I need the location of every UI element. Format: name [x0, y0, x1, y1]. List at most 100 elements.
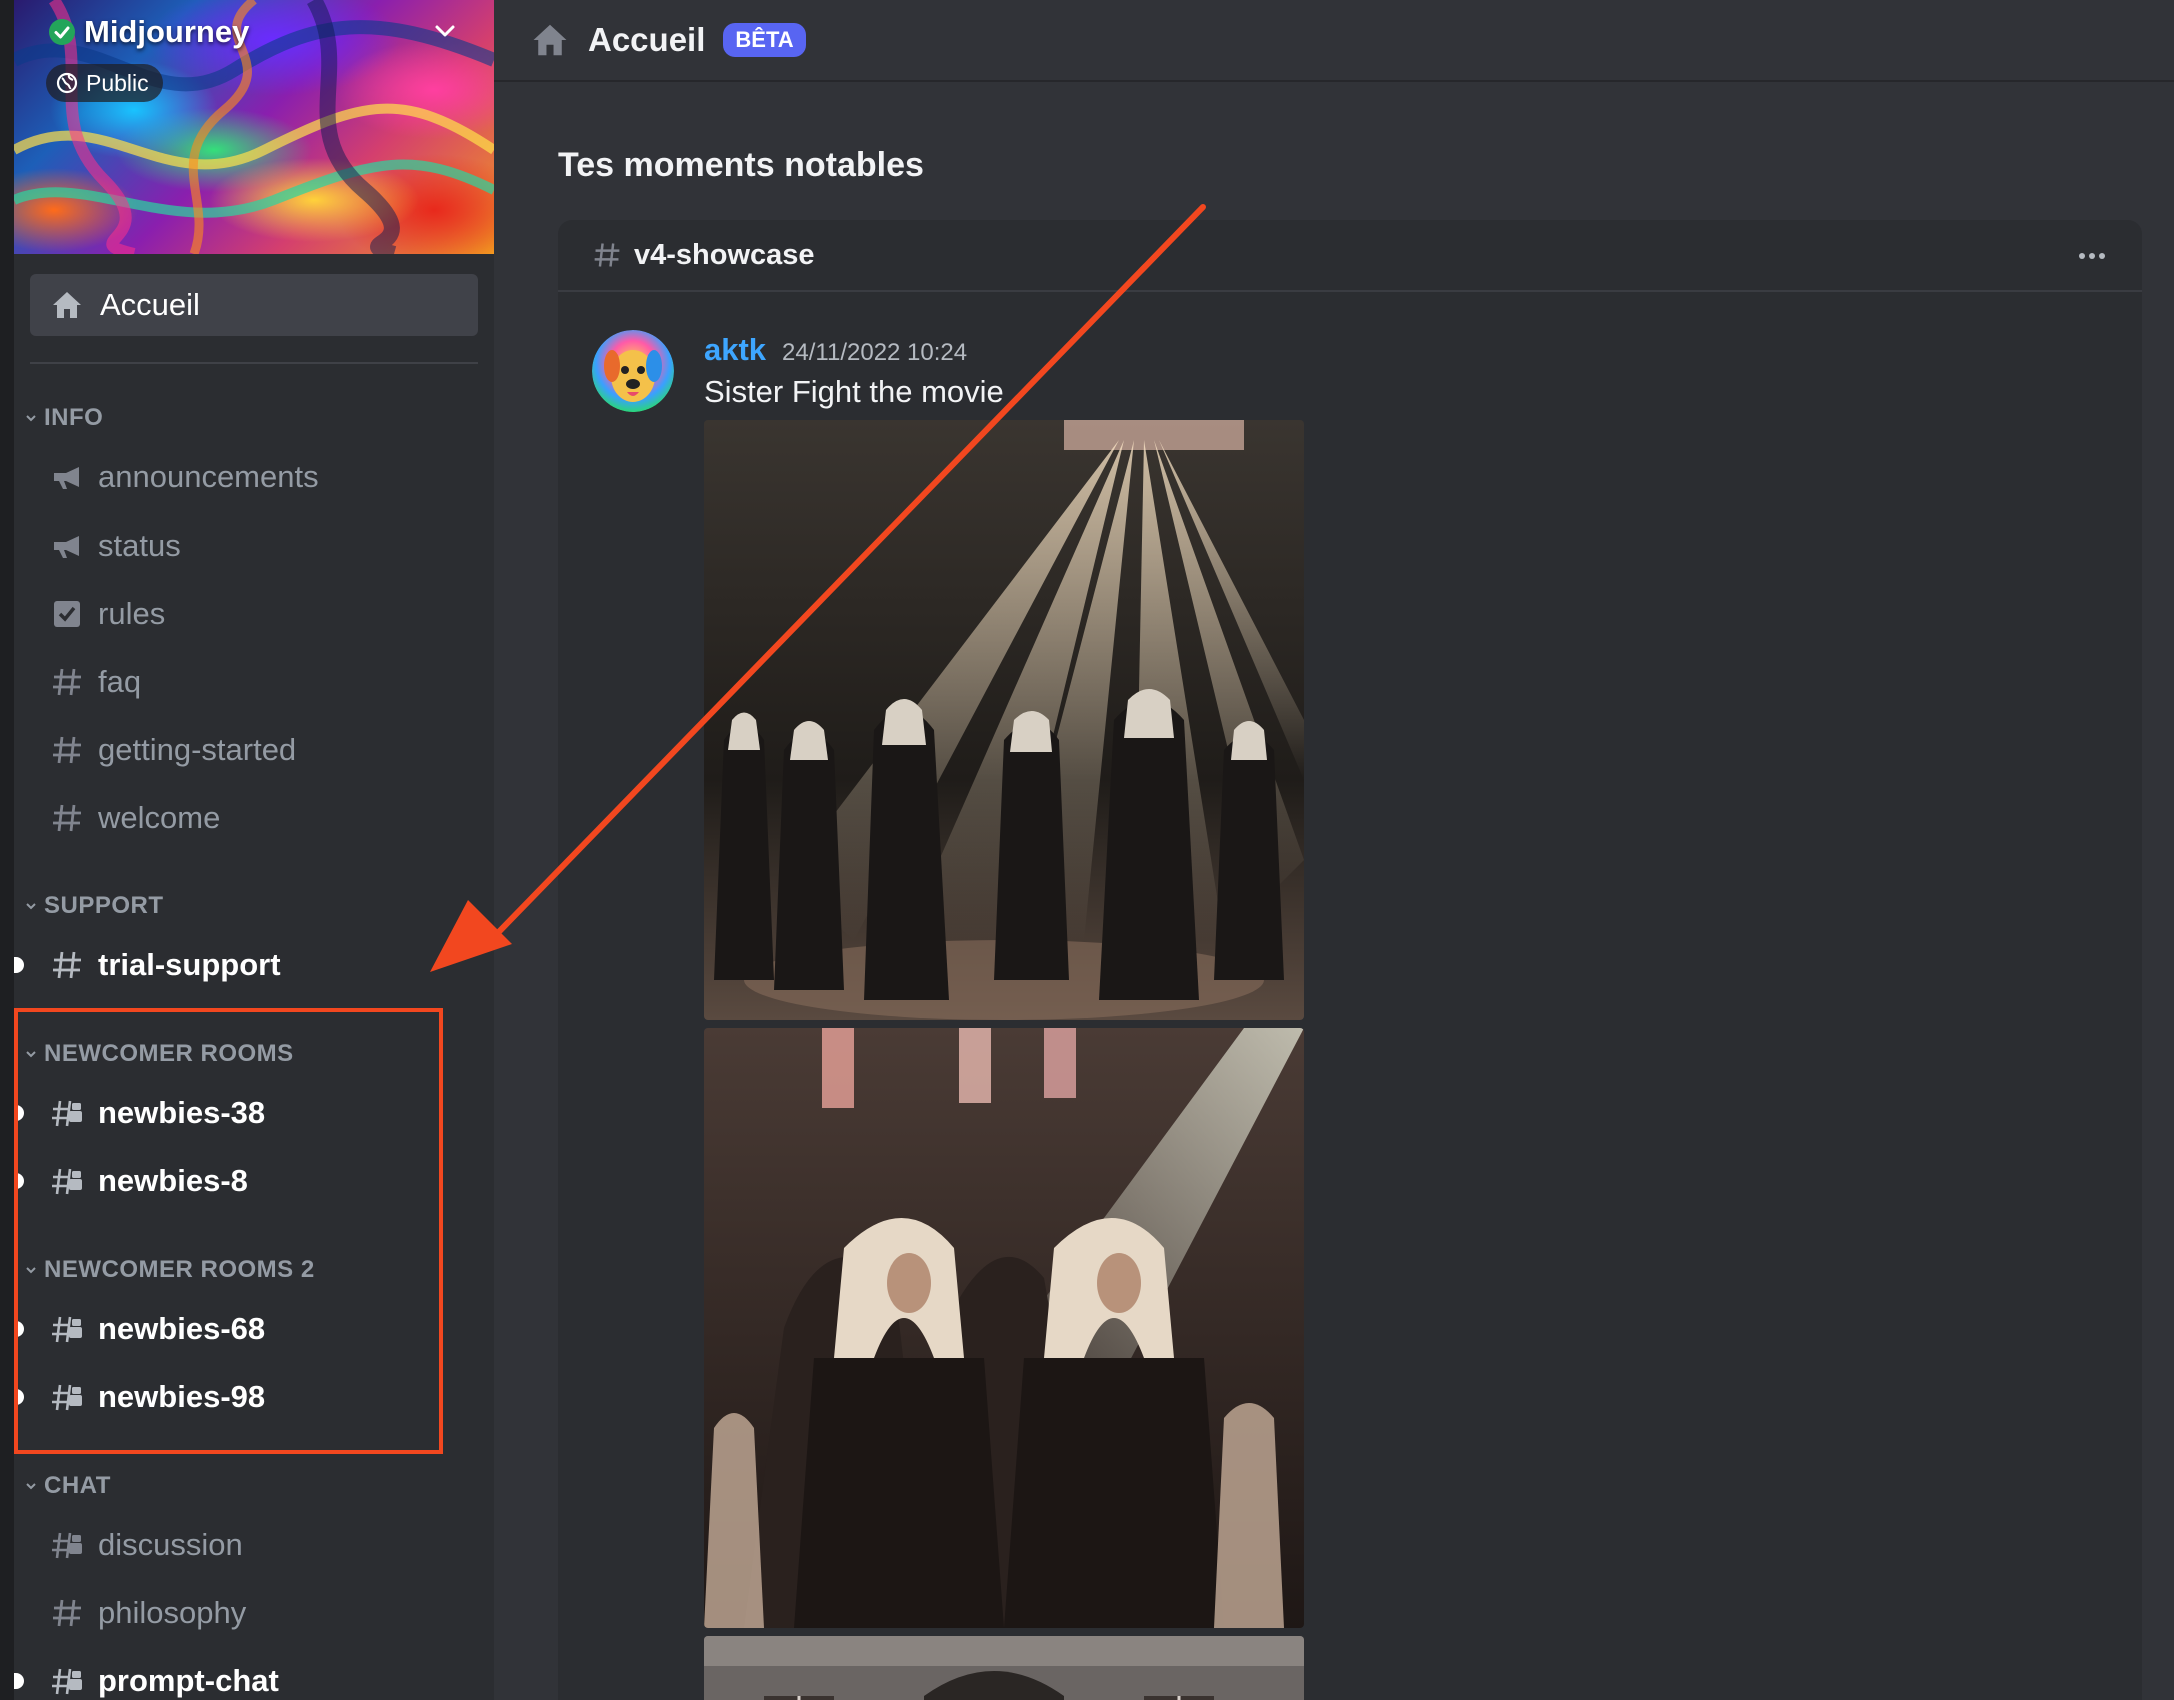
more-options-icon — [2079, 253, 2105, 259]
unread-indicator — [14, 1173, 24, 1189]
chevron-down-icon — [26, 1483, 36, 1490]
channel-rules[interactable]: rules — [30, 585, 478, 643]
message-author[interactable]: aktk — [704, 332, 766, 368]
channel-prompt-chat[interactable]: prompt-chat — [14, 1652, 478, 1700]
unread-indicator — [14, 1321, 24, 1337]
avatar[interactable] — [592, 330, 674, 412]
channel-sidebar: Midjourney Public Accueil INFO announcem… — [14, 0, 494, 1700]
channel-newbies-98[interactable]: newbies-98 — [14, 1368, 478, 1426]
server-banner[interactable]: Midjourney Public — [14, 0, 494, 254]
channel-philosophy[interactable]: philosophy — [30, 1584, 478, 1642]
message-image-attachment[interactable] — [704, 1636, 1304, 1700]
channel-name: newbies-98 — [98, 1379, 266, 1414]
highlight-card: v4-showcase aktk 24/11/2022 10:24 Sister… — [558, 220, 2142, 1700]
channel-name: prompt-chat — [98, 1663, 279, 1698]
category-label: INFO — [44, 404, 104, 431]
chevron-down-icon — [26, 1267, 36, 1274]
channel-name: newbies-8 — [98, 1163, 248, 1198]
category-info[interactable]: INFO — [24, 404, 103, 432]
channel-name: newbies-68 — [98, 1311, 266, 1346]
chevron-down-icon — [26, 903, 36, 910]
forum-channel-icon — [52, 1668, 82, 1695]
chevron-down-icon — [26, 1051, 36, 1058]
checkbox-icon — [54, 601, 80, 627]
main-panel: Accueil BÊTA Tes moments notables v4-sho… — [494, 0, 2174, 1700]
message-timestamp: 24/11/2022 10:24 — [782, 339, 968, 366]
channel-name: newbies-38 — [98, 1095, 266, 1130]
server-header[interactable]: Midjourney — [48, 14, 249, 50]
attachment-image — [704, 1028, 1304, 1628]
public-badge: Public — [46, 64, 163, 102]
category-label: NEWCOMER ROOMS 2 — [44, 1256, 315, 1283]
category-newcomer-rooms-2[interactable]: NEWCOMER ROOMS 2 — [24, 1256, 315, 1284]
channel-trial-support[interactable]: trial-support — [14, 936, 478, 994]
chevron-down-icon[interactable] — [432, 18, 458, 44]
category-label: CHAT — [44, 1472, 111, 1499]
channel-name: faq — [98, 664, 142, 699]
hashtag-icon — [53, 804, 81, 832]
message-image-attachment[interactable] — [704, 1028, 1304, 1628]
unread-indicator — [14, 1105, 24, 1121]
dog-avatar-image — [592, 330, 674, 412]
forum-channel-icon — [52, 1532, 82, 1559]
hashtag-icon — [53, 668, 81, 696]
hashtag-icon — [53, 736, 81, 764]
hashtag-icon — [53, 1599, 81, 1627]
home-icon — [533, 24, 567, 56]
channel-newbies-38[interactable]: newbies-38 — [14, 1084, 478, 1142]
message-image-attachment[interactable] — [704, 420, 1304, 1020]
megaphone-icon — [54, 467, 79, 489]
app-window: Midjourney Public Accueil INFO announcem… — [0, 0, 2174, 1700]
forum-channel-icon — [52, 1384, 82, 1411]
unread-indicator — [14, 1673, 24, 1689]
home-icon — [53, 292, 81, 318]
megaphone-icon — [54, 536, 79, 558]
channel-name: welcome — [98, 800, 221, 835]
more-options-button[interactable] — [2072, 238, 2112, 274]
public-label: Public — [86, 69, 149, 96]
server-name: Midjourney — [84, 14, 250, 49]
channel-faq[interactable]: faq — [30, 653, 478, 711]
channel-getting-started[interactable]: getting-started — [30, 721, 478, 779]
forum-channel-icon — [52, 1168, 82, 1195]
channel-newbies-68[interactable]: newbies-68 — [14, 1300, 478, 1358]
category-label: NEWCOMER ROOMS — [44, 1040, 294, 1067]
top-bar: Accueil BÊTA — [494, 0, 2174, 82]
sidebar-divider — [30, 362, 478, 364]
sidebar-item-accueil[interactable]: Accueil — [30, 274, 478, 336]
channel-name: rules — [98, 596, 166, 631]
section-title: Tes moments notables — [558, 146, 924, 184]
channel-name: trial-support — [98, 947, 281, 982]
forum-channel-icon — [52, 1100, 82, 1127]
message-text: Sister Fight the movie — [704, 374, 1004, 409]
card-channel-name: v4-showcase — [634, 238, 815, 271]
chevron-down-icon — [26, 415, 36, 422]
unread-indicator — [14, 1389, 24, 1405]
attachment-image — [704, 1636, 1304, 1700]
channel-discussion[interactable]: discussion — [30, 1516, 478, 1574]
category-chat[interactable]: CHAT — [24, 1472, 111, 1500]
unread-indicator — [14, 957, 24, 973]
page-title: Accueil — [588, 21, 706, 58]
channel-name: philosophy — [98, 1595, 247, 1630]
category-label: SUPPORT — [44, 892, 164, 919]
forum-channel-icon — [52, 1316, 82, 1343]
category-newcomer-rooms[interactable]: NEWCOMER ROOMS — [24, 1040, 294, 1068]
channel-name: getting-started — [98, 732, 297, 767]
sidebar-item-label: Accueil — [100, 287, 200, 322]
channel-name: status — [98, 528, 181, 563]
message-meta: aktk 24/11/2022 10:24 — [704, 332, 967, 368]
channel-name: discussion — [98, 1527, 243, 1562]
attachment-image — [704, 420, 1304, 1020]
channel-announcements[interactable]: announcements — [30, 448, 478, 506]
card-header[interactable]: v4-showcase — [558, 220, 2142, 292]
hashtag-icon — [594, 243, 620, 267]
beta-badge: BÊTA — [723, 23, 806, 57]
channel-status[interactable]: status — [30, 517, 478, 575]
hashtag-icon — [53, 951, 81, 979]
globe-icon — [56, 72, 78, 94]
channel-welcome[interactable]: welcome — [30, 789, 478, 847]
category-support[interactable]: SUPPORT — [24, 892, 164, 920]
channel-newbies-8[interactable]: newbies-8 — [14, 1152, 478, 1210]
verified-check-icon — [49, 19, 75, 45]
